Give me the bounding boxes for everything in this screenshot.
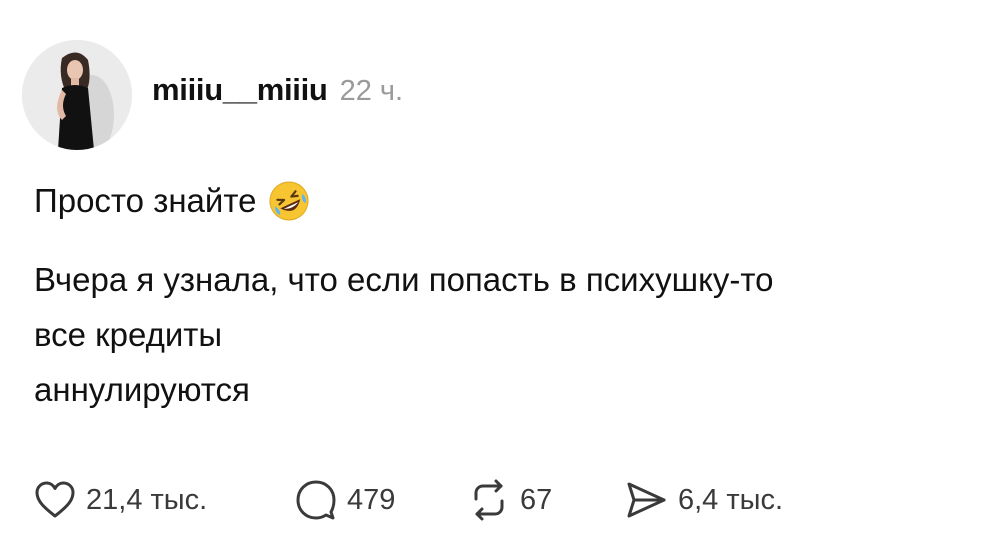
comment-icon [296,480,336,520]
repost-count: 67 [520,483,553,516]
send-icon [627,482,666,518]
reply-count: 479 [347,483,396,516]
rolling-on-floor-laughing-emoji-icon [268,180,310,222]
timestamp: 22 ч. [339,75,404,107]
heart-icon [35,481,75,518]
like-count: 21,4 тыс. [86,483,208,516]
post-text-line-4: аннулируются [34,371,250,408]
avatar-photo-icon [22,40,132,150]
post-text: Просто знайте [34,182,257,219]
reply-button[interactable]: 479 [295,476,395,524]
username-link[interactable]: miiiu__miiiu [152,72,328,108]
post-card: miiiu__miiiu 22 ч. Просто знайте Вчера я… [0,0,1000,550]
repost-button[interactable]: 67 [468,476,552,524]
post-text-line-3: все кредиты [34,316,223,353]
avatar[interactable] [22,40,132,150]
share-button[interactable]: 6,4 тыс. [624,476,783,524]
post-text-line-2: Вчера я узнала, что если попасть в психу… [34,261,774,298]
post-text-line-1: Просто знайте [34,173,310,229]
like-button[interactable]: 21,4 тыс. [34,476,207,524]
share-count: 6,4 тыс. [678,483,784,516]
repost-icon [474,479,504,521]
post-header: miiiu__miiiu 22 ч. [152,72,403,116]
